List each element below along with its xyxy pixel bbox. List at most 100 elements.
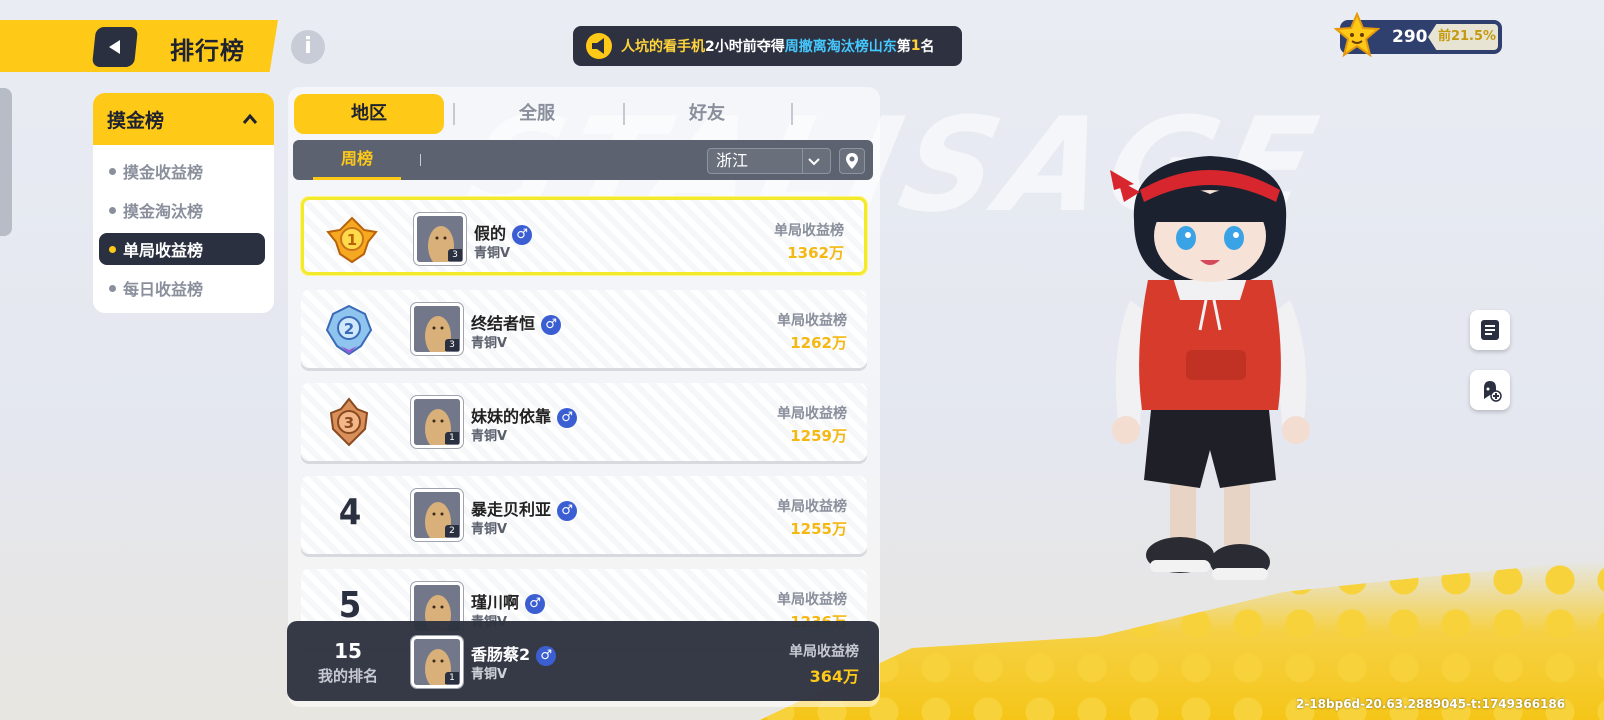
broadcast-time: 2小时前夺得 xyxy=(705,39,785,55)
notes-button[interactable] xyxy=(1470,310,1510,350)
location-button[interactable] xyxy=(839,148,865,174)
my-rank-bar[interactable]: 15 我的排名 1 香肠蔡2 ♂ 青铜V 单局收益榜 364万 xyxy=(287,621,879,701)
category-title: 摸金榜 xyxy=(107,109,165,132)
avatar[interactable]: 3 xyxy=(410,302,464,356)
player-tier: 青铜V xyxy=(471,336,508,351)
category-item-daily-income[interactable]: 每日收益榜 xyxy=(99,272,265,304)
metric-label: 单局收益榜 xyxy=(777,406,847,422)
back-arrow-icon xyxy=(109,40,120,54)
chevron-down-icon xyxy=(802,149,824,173)
leaderboard-row[interactable]: 4 2 暴走贝利亚 ♂ 青铜V 单局收益榜 1255万 xyxy=(301,476,867,554)
metric-value: 1362万 xyxy=(787,244,844,262)
category-panel: 摸金榜 摸金收益榜 摸金淘汰榜 单局收益榜 每日收益榜 xyxy=(93,93,274,313)
star-badge-icon xyxy=(1334,12,1380,58)
male-icon: ♂ xyxy=(557,500,578,521)
player-name: 瑾川啊 ♂ xyxy=(471,589,546,614)
player-tier: 青铜V xyxy=(471,429,508,444)
megaphone-icon xyxy=(586,33,612,59)
my-rank-number: 15 xyxy=(334,639,362,663)
avatar[interactable]: 3 xyxy=(413,212,467,266)
broadcast-rank-prefix: 第 xyxy=(896,39,911,55)
score-value: 290 xyxy=(1392,27,1428,47)
player-character-model[interactable] xyxy=(1100,150,1320,600)
bronze-rank-badge-icon: 3 xyxy=(329,397,369,447)
score-chip[interactable]: 290 前21.5% xyxy=(1334,12,1502,58)
page-title: 排行榜 xyxy=(170,37,245,65)
info-icon: i xyxy=(304,34,312,59)
add-friend-icon xyxy=(1484,381,1502,402)
player-name-text: 香肠蔡2 xyxy=(471,645,531,664)
leaderboard-row[interactable]: 2 3 终结者恒 ♂ 青铜V 单局收益榜 1262万 xyxy=(301,290,867,368)
avatar[interactable]: 2 xyxy=(410,488,464,542)
avatar-level: 1 xyxy=(445,432,459,444)
player-name: 终结者恒 ♂ xyxy=(471,310,562,335)
rank-badge-number: 1 xyxy=(347,231,357,249)
player-name-text: 假的 xyxy=(474,224,507,243)
player-name: 妹妹的依靠 ♂ xyxy=(471,403,578,428)
info-button[interactable]: i xyxy=(291,30,325,64)
player-name: 假的 ♂ xyxy=(474,220,533,245)
bullet-dot xyxy=(109,206,116,214)
metric-label: 单局收益榜 xyxy=(774,223,844,239)
metric-label: 单局收益榜 xyxy=(777,313,847,329)
left-edge-handle[interactable] xyxy=(0,88,12,236)
metric-value: 1255万 xyxy=(790,520,847,538)
broadcast-rank-suffix: 名 xyxy=(920,39,935,55)
category-item-single-round-income[interactable]: 单局收益榜 xyxy=(99,233,265,265)
male-icon: ♂ xyxy=(541,314,562,335)
category-item-label: 摸金淘汰榜 xyxy=(123,202,204,221)
category-item-mojin-elimination[interactable]: 摸金淘汰榜 xyxy=(99,194,265,226)
region-select[interactable]: 浙江 xyxy=(707,148,831,174)
avatar-level: 1 xyxy=(445,672,459,684)
player-name-text: 妹妹的依靠 xyxy=(471,407,552,426)
leaderboard-row[interactable]: 3 1 妹妹的依靠 ♂ 青铜V 单局收益榜 1259万 xyxy=(301,383,867,461)
player-tier: 青铜V xyxy=(471,522,508,537)
region-select-value: 浙江 xyxy=(716,151,749,170)
avatar[interactable]: 1 xyxy=(410,395,464,449)
metric-value: 1259万 xyxy=(790,427,847,445)
category-header[interactable]: 摸金榜 xyxy=(93,93,274,145)
broadcast-banner[interactable]: 人坑的看手机 2小时前夺得 周撤离淘汰榜山东 第 1 名 xyxy=(573,26,962,66)
male-icon: ♂ xyxy=(525,593,546,614)
tab-region[interactable]: 地区 xyxy=(294,94,444,134)
rank-number: 4 xyxy=(338,492,362,533)
tab-divider xyxy=(791,103,793,125)
chevron-up-icon xyxy=(242,113,258,124)
player-name-text: 终结者恒 xyxy=(471,314,536,333)
avatar-level: 3 xyxy=(445,339,459,351)
tab-global[interactable]: 全服 xyxy=(462,94,612,134)
bullet-dot xyxy=(109,245,116,253)
silver-rank-badge-icon: 2 xyxy=(325,304,373,356)
male-icon: ♂ xyxy=(512,224,533,245)
build-id: 2-18bp6d-20.63.2889045-t:1749366186 xyxy=(1296,697,1566,711)
subtab-divider xyxy=(420,154,421,166)
male-icon: ♂ xyxy=(536,645,557,666)
tab-divider xyxy=(623,103,625,125)
subtab-weekly[interactable]: 周榜 xyxy=(313,140,401,180)
player-name: 暴走贝利亚 ♂ xyxy=(471,496,578,521)
broadcast-player: 人坑的看手机 xyxy=(621,39,705,55)
my-avatar[interactable]: 1 xyxy=(410,635,464,689)
score-percent: 前21.5% xyxy=(1428,24,1498,50)
my-metric-label: 单局收益榜 xyxy=(789,644,859,660)
my-rank-label: 我的排名 xyxy=(317,667,378,685)
category-item-label: 单局收益榜 xyxy=(123,241,204,260)
back-button[interactable] xyxy=(91,27,139,67)
rank-badge-number: 2 xyxy=(344,320,354,338)
category-item-label: 每日收益榜 xyxy=(123,280,204,299)
metric-value: 1262万 xyxy=(790,334,847,352)
my-player-name: 香肠蔡2 ♂ xyxy=(471,641,557,666)
broadcast-board: 周撤离淘汰榜山东 xyxy=(784,39,897,55)
metric-label: 单局收益榜 xyxy=(777,499,847,515)
category-item-mojin-income[interactable]: 摸金收益榜 xyxy=(99,155,265,187)
player-name-text: 暴走贝利亚 xyxy=(471,500,552,519)
notes-icon xyxy=(1481,320,1499,340)
gold-rank-badge-icon: 1 xyxy=(326,216,378,264)
add-friend-button[interactable] xyxy=(1470,370,1510,410)
leaderboard-row[interactable]: 1 3 假的 ♂ 青铜V 单局收益榜 1362万 xyxy=(301,197,867,275)
rank-badge-number: 3 xyxy=(344,414,354,432)
male-icon: ♂ xyxy=(557,407,578,428)
my-metric-value: 364万 xyxy=(809,667,859,686)
tab-friends[interactable]: 好友 xyxy=(632,94,782,134)
bullet-dot xyxy=(109,167,116,175)
